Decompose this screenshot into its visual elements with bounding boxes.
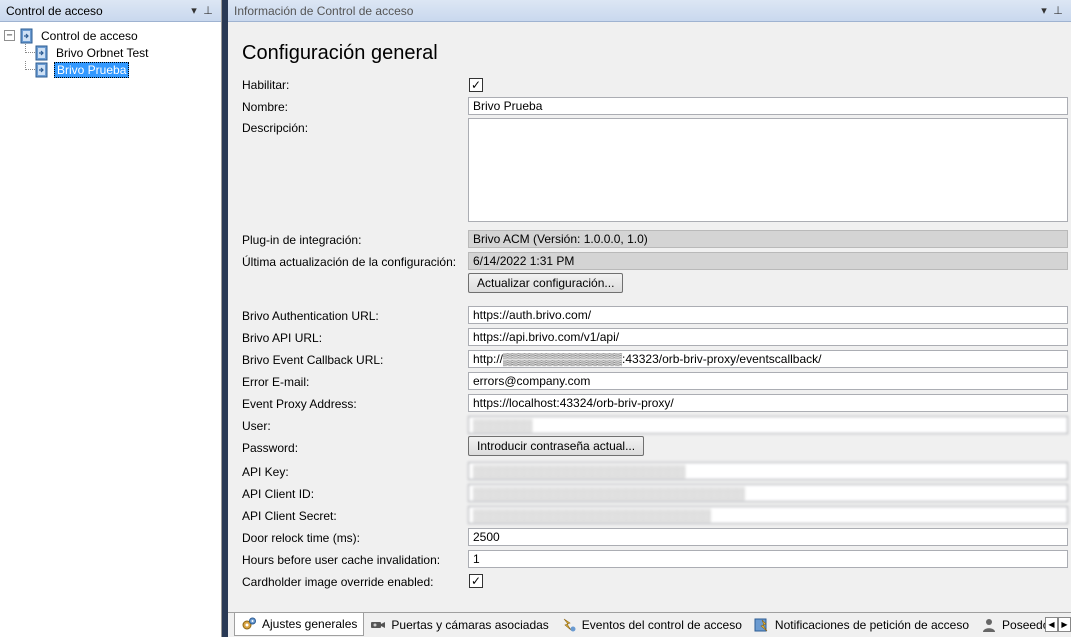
right-pane: Información de Control de acceso ▾ ⊥ Con…: [228, 0, 1071, 637]
user-field[interactable]: ▒▒▒▒▒▒▒: [468, 416, 1068, 434]
api-client-id-field[interactable]: ▒▒▒▒▒▒▒▒▒▒▒▒▒▒▒▒▒▒▒▒▒▒▒▒▒▒▒▒▒▒▒▒: [468, 484, 1068, 502]
access-control-icon: [19, 28, 35, 44]
user-label: User:: [242, 419, 271, 433]
tab-label: Poseedo: [1002, 618, 1050, 632]
left-pane-header: Control de acceso ▾ ⊥: [0, 0, 221, 22]
tab-ajustes-generales[interactable]: Ajustes generales: [234, 612, 365, 636]
gears-icon: [241, 616, 257, 632]
nombre-field[interactable]: Brivo Prueba: [468, 97, 1068, 115]
left-pane-title: Control de acceso: [6, 3, 103, 18]
tree-root-label: Control de acceso: [41, 28, 138, 43]
scroll-left-icon[interactable]: ◀: [1045, 617, 1058, 632]
hours-cache-field[interactable]: 1: [468, 550, 1068, 568]
door-relock-field[interactable]: 2500: [468, 528, 1068, 546]
callback-url-label: Brivo Event Callback URL:: [242, 353, 384, 367]
right-pane-header: Información de Control de acceso ▾ ⊥: [228, 0, 1071, 22]
proxy-address-field[interactable]: https://localhost:43324/orb-briv-proxy/: [468, 394, 1068, 412]
habilitar-checkbox[interactable]: ✓: [469, 78, 483, 92]
tree-item-brivo-prueba[interactable]: Brivo Prueba: [4, 61, 217, 78]
tree-item-brivo-orbnet-test[interactable]: Brivo Orbnet Test: [4, 44, 217, 61]
api-client-id-label: API Client ID:: [242, 487, 315, 501]
access-control-tree: − Control de acceso Brivo Orbnet Test Br…: [0, 22, 221, 83]
error-email-label: Error E-mail:: [242, 375, 310, 389]
tab-label: Ajustes generales: [262, 616, 358, 631]
person-icon: [981, 617, 997, 633]
plugin-label: Plug-in de integración:: [242, 233, 362, 247]
right-pane-title: Información de Control de acceso: [234, 3, 414, 18]
actualizar-button[interactable]: Actualizar configuración...: [468, 273, 624, 293]
tree-root[interactable]: − Control de acceso: [4, 27, 217, 44]
chevron-down-icon[interactable]: ▾: [1037, 4, 1051, 17]
collapse-icon[interactable]: −: [4, 30, 15, 41]
api-client-secret-field[interactable]: ▒▒▒▒▒▒▒▒▒▒▒▒▒▒▒▒▒▒▒▒▒▒▒▒▒▒▒▒: [468, 506, 1068, 524]
proxy-address-label: Event Proxy Address:: [242, 397, 357, 411]
left-pane: Control de acceso ▾ ⊥ − Control de acces…: [0, 0, 222, 637]
tree-item-label: Brivo Orbnet Test: [56, 45, 149, 60]
pin-icon[interactable]: ⊥: [1051, 4, 1065, 17]
door-relock-label: Door relock time (ms):: [242, 531, 361, 545]
plugin-field: Brivo ACM (Versión: 1.0.0.0, 1.0): [468, 230, 1068, 248]
descripcion-field[interactable]: [468, 118, 1068, 222]
tab-puertas-camaras[interactable]: Puertas y cámaras asociadas: [364, 614, 554, 636]
ultima-field: 6/14/2022 1:31 PM: [468, 252, 1068, 270]
auth-url-field[interactable]: https://auth.brivo.com/: [468, 306, 1068, 324]
section-title: Configuración general: [242, 42, 438, 64]
scroll-right-icon[interactable]: ▶: [1058, 617, 1071, 632]
ultima-label: Última actualización de la configuración…: [242, 255, 457, 269]
error-email-field[interactable]: errors@company.com: [468, 372, 1068, 390]
tab-poseedores[interactable]: Poseedo: [975, 614, 1055, 636]
general-settings-form: Configuración general Habilitar: ✓ Nombr…: [228, 22, 1071, 612]
tab-label: Eventos del control de acceso: [581, 618, 742, 632]
enter-password-button[interactable]: Introducir contraseña actual...: [468, 436, 645, 456]
cardholder-override-label: Cardholder image override enabled:: [242, 575, 434, 589]
nombre-label: Nombre:: [242, 100, 289, 114]
notification-icon: [754, 617, 770, 633]
hours-cache-label: Hours before user cache invalidation:: [242, 553, 441, 567]
api-url-label: Brivo API URL:: [242, 331, 323, 345]
api-client-secret-label: API Client Secret:: [242, 509, 337, 523]
camera-icon: [370, 617, 386, 633]
descripcion-label: Descripción:: [242, 121, 309, 135]
events-icon: [561, 617, 577, 633]
tab-label: Puertas y cámaras asociadas: [391, 618, 549, 632]
callback-url-field[interactable]: http://▒▒▒▒▒▒▒▒▒▒▒▒▒▒:43323/orb-briv-pro…: [468, 350, 1068, 368]
tab-label: Notificaciones de petición de acceso: [774, 618, 970, 632]
tree-item-label-selected: Brivo Prueba: [54, 61, 130, 78]
settings-tabs: Ajustes generales Puertas y cámaras asoc…: [228, 612, 1071, 637]
tab-eventos[interactable]: Eventos del control de acceso: [555, 614, 748, 636]
auth-url-label: Brivo Authentication URL:: [242, 309, 379, 323]
cardholder-override-checkbox[interactable]: ✓: [469, 574, 483, 588]
tab-scroll-controls: ◀ ▶: [1045, 617, 1071, 632]
habilitar-label: Habilitar:: [242, 78, 290, 92]
tab-notificaciones[interactable]: Notificaciones de petición de acceso: [748, 614, 975, 636]
api-key-field[interactable]: ▒▒▒▒▒▒▒▒▒▒▒▒▒▒▒▒▒▒▒▒▒▒▒▒▒: [468, 462, 1068, 480]
api-key-label: API Key:: [242, 465, 289, 479]
password-label: Password:: [242, 441, 299, 455]
pin-icon[interactable]: ⊥: [201, 4, 215, 17]
access-control-icon: [34, 62, 50, 78]
access-control-icon: [34, 45, 50, 61]
chevron-down-icon[interactable]: ▾: [187, 4, 201, 17]
api-url-field[interactable]: https://api.brivo.com/v1/api/: [468, 328, 1068, 346]
